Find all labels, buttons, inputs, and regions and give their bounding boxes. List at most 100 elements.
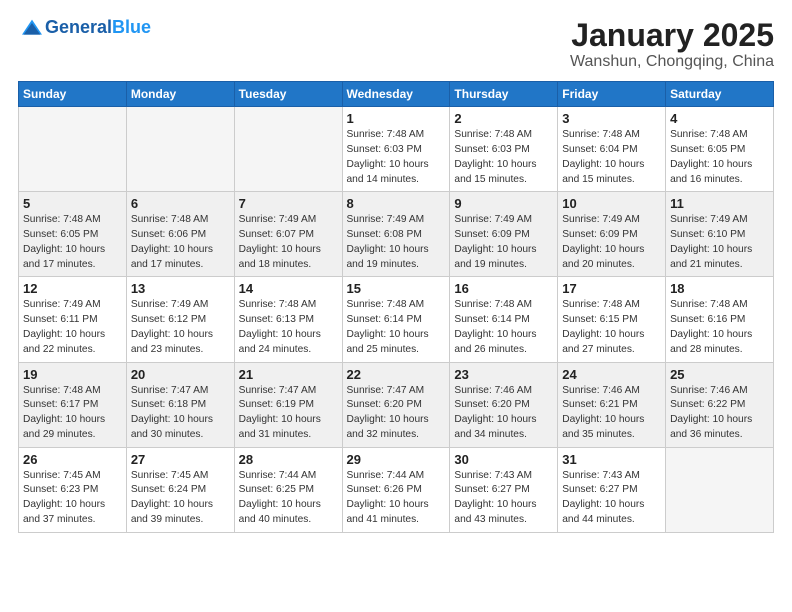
day-cell [666, 447, 774, 532]
day-number: 27 [131, 452, 230, 467]
day-info: Sunrise: 7:48 AM Sunset: 6:03 PM Dayligh… [347, 128, 446, 187]
weekday-header-friday: Friday [558, 82, 666, 107]
day-number: 15 [347, 281, 446, 296]
day-info: Sunrise: 7:46 AM Sunset: 6:20 PM Dayligh… [454, 384, 553, 443]
day-cell: 11 Sunrise: 7:49 AM Sunset: 6:10 PM Dayli… [666, 192, 774, 277]
calendar-title: January 2025 [570, 18, 774, 53]
day-cell: 13 Sunrise: 7:49 AM Sunset: 6:12 PM Dayli… [126, 277, 234, 362]
day-cell: 15Sunrise: 7:48 AM Sunset: 6:14 PM Dayli… [342, 277, 450, 362]
day-cell: 26 Sunrise: 7:45 AM Sunset: 6:23 PM Dayli… [19, 447, 127, 532]
day-cell: 29Sunrise: 7:44 AM Sunset: 6:26 PM Dayli… [342, 447, 450, 532]
day-cell: 22 Sunrise: 7:47 AM Sunset: 6:20 PM Dayli… [342, 362, 450, 447]
day-number: 5 [23, 196, 122, 211]
week-row-4: 19 Sunrise: 7:48 AM Sunset: 6:17 PM Dayli… [19, 362, 774, 447]
calendar-table: SundayMondayTuesdayWednesdayThursdayFrid… [18, 81, 774, 533]
day-number: 12 [23, 281, 122, 296]
day-number: 10 [562, 196, 661, 211]
logo-blue: Blue [112, 17, 151, 37]
week-row-1: 1 Sunrise: 7:48 AM Sunset: 6:03 PM Daylig… [19, 107, 774, 192]
weekday-header-tuesday: Tuesday [234, 82, 342, 107]
day-number: 20 [131, 367, 230, 382]
day-cell: 12 Sunrise: 7:49 AM Sunset: 6:11 PM Dayli… [19, 277, 127, 362]
day-cell: 16 Sunrise: 7:48 AM Sunset: 6:14 PM Dayli… [450, 277, 558, 362]
day-info: Sunrise: 7:48 AM Sunset: 6:05 PM Dayligh… [670, 128, 769, 187]
logo: GeneralBlue [18, 18, 151, 38]
day-number: 17 [562, 281, 661, 296]
day-number: 19 [23, 367, 122, 382]
day-number: 31 [562, 452, 661, 467]
day-info: Sunrise: 7:46 AM Sunset: 6:21 PM Dayligh… [562, 384, 661, 443]
page: GeneralBlue January 2025 Wanshun, Chongq… [0, 0, 792, 551]
day-cell: 31 Sunrise: 7:43 AM Sunset: 6:27 PM Dayli… [558, 447, 666, 532]
day-info: Sunrise: 7:48 AM Sunset: 6:14 PM Dayligh… [454, 298, 553, 357]
day-number: 6 [131, 196, 230, 211]
weekday-header-wednesday: Wednesday [342, 82, 450, 107]
day-cell: 23 Sunrise: 7:46 AM Sunset: 6:20 PM Dayli… [450, 362, 558, 447]
day-info: Sunrise: 7:48 AM Sunset: 6:05 PM Dayligh… [23, 213, 122, 272]
day-number: 25 [670, 367, 769, 382]
day-info: Sunrise: 7:46 AM Sunset: 6:22 PM Dayligh… [670, 384, 769, 443]
day-number: 7 [239, 196, 338, 211]
weekday-header-monday: Monday [126, 82, 234, 107]
day-cell: 27Sunrise: 7:45 AM Sunset: 6:24 PM Dayli… [126, 447, 234, 532]
day-cell: 17 Sunrise: 7:48 AM Sunset: 6:15 PM Dayli… [558, 277, 666, 362]
week-row-5: 26 Sunrise: 7:45 AM Sunset: 6:23 PM Dayli… [19, 447, 774, 532]
day-number: 30 [454, 452, 553, 467]
title-block: January 2025 Wanshun, Chongqing, China [570, 18, 774, 71]
day-info: Sunrise: 7:45 AM Sunset: 6:23 PM Dayligh… [23, 469, 122, 528]
day-cell: 20Sunrise: 7:47 AM Sunset: 6:18 PM Dayli… [126, 362, 234, 447]
day-info: Sunrise: 7:48 AM Sunset: 6:17 PM Dayligh… [23, 384, 122, 443]
weekday-header-saturday: Saturday [666, 82, 774, 107]
day-cell: 8Sunrise: 7:49 AM Sunset: 6:08 PM Daylig… [342, 192, 450, 277]
week-row-2: 5 Sunrise: 7:48 AM Sunset: 6:05 PM Daylig… [19, 192, 774, 277]
weekday-header-thursday: Thursday [450, 82, 558, 107]
day-number: 16 [454, 281, 553, 296]
day-cell: 14 Sunrise: 7:48 AM Sunset: 6:13 PM Dayli… [234, 277, 342, 362]
day-cell: 5 Sunrise: 7:48 AM Sunset: 6:05 PM Daylig… [19, 192, 127, 277]
day-info: Sunrise: 7:48 AM Sunset: 6:04 PM Dayligh… [562, 128, 661, 187]
day-number: 8 [347, 196, 446, 211]
calendar-subtitle: Wanshun, Chongqing, China [570, 53, 774, 71]
weekday-header-row: SundayMondayTuesdayWednesdayThursdayFrid… [19, 82, 774, 107]
day-cell: 2Sunrise: 7:48 AM Sunset: 6:03 PM Daylig… [450, 107, 558, 192]
day-info: Sunrise: 7:48 AM Sunset: 6:16 PM Dayligh… [670, 298, 769, 357]
day-cell: 9 Sunrise: 7:49 AM Sunset: 6:09 PM Daylig… [450, 192, 558, 277]
day-number: 21 [239, 367, 338, 382]
logo-general: General [45, 17, 112, 37]
day-cell [126, 107, 234, 192]
day-number: 18 [670, 281, 769, 296]
day-number: 11 [670, 196, 769, 211]
day-info: Sunrise: 7:48 AM Sunset: 6:15 PM Dayligh… [562, 298, 661, 357]
day-info: Sunrise: 7:48 AM Sunset: 6:06 PM Dayligh… [131, 213, 230, 272]
day-cell: 1 Sunrise: 7:48 AM Sunset: 6:03 PM Daylig… [342, 107, 450, 192]
day-cell: 3 Sunrise: 7:48 AM Sunset: 6:04 PM Daylig… [558, 107, 666, 192]
day-info: Sunrise: 7:48 AM Sunset: 6:13 PM Dayligh… [239, 298, 338, 357]
day-info: Sunrise: 7:47 AM Sunset: 6:19 PM Dayligh… [239, 384, 338, 443]
day-number: 23 [454, 367, 553, 382]
day-number: 22 [347, 367, 446, 382]
day-cell: 18 Sunrise: 7:48 AM Sunset: 6:16 PM Dayli… [666, 277, 774, 362]
day-cell: 6 Sunrise: 7:48 AM Sunset: 6:06 PM Daylig… [126, 192, 234, 277]
day-info: Sunrise: 7:43 AM Sunset: 6:27 PM Dayligh… [562, 469, 661, 528]
day-cell [19, 107, 127, 192]
day-cell: 4Sunrise: 7:48 AM Sunset: 6:05 PM Daylig… [666, 107, 774, 192]
day-number: 1 [347, 111, 446, 126]
day-cell: 24Sunrise: 7:46 AM Sunset: 6:21 PM Dayli… [558, 362, 666, 447]
weekday-header-sunday: Sunday [19, 82, 127, 107]
day-info: Sunrise: 7:49 AM Sunset: 6:11 PM Dayligh… [23, 298, 122, 357]
day-info: Sunrise: 7:49 AM Sunset: 6:12 PM Dayligh… [131, 298, 230, 357]
day-number: 28 [239, 452, 338, 467]
day-number: 26 [23, 452, 122, 467]
day-number: 14 [239, 281, 338, 296]
day-cell: 10Sunrise: 7:49 AM Sunset: 6:09 PM Dayli… [558, 192, 666, 277]
day-number: 13 [131, 281, 230, 296]
day-info: Sunrise: 7:49 AM Sunset: 6:10 PM Dayligh… [670, 213, 769, 272]
day-info: Sunrise: 7:47 AM Sunset: 6:20 PM Dayligh… [347, 384, 446, 443]
logo-icon [20, 18, 44, 38]
day-cell [234, 107, 342, 192]
day-info: Sunrise: 7:49 AM Sunset: 6:07 PM Dayligh… [239, 213, 338, 272]
day-number: 3 [562, 111, 661, 126]
day-info: Sunrise: 7:44 AM Sunset: 6:25 PM Dayligh… [239, 469, 338, 528]
day-info: Sunrise: 7:49 AM Sunset: 6:09 PM Dayligh… [454, 213, 553, 272]
day-number: 9 [454, 196, 553, 211]
